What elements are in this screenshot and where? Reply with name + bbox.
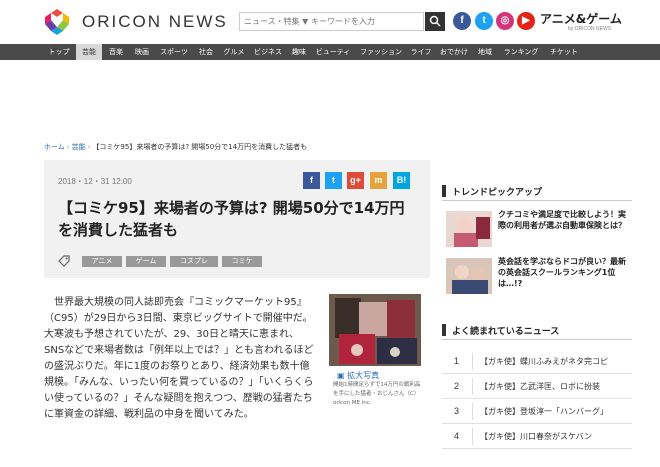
rank-headline: 【ガキ使】登坂淳一「ハンバーグ」 <box>480 407 608 416</box>
tag-comike[interactable]: コミケ <box>222 256 262 267</box>
nav-item-beauty[interactable]: ビューティ <box>312 44 354 60</box>
rank-headline: 【ガキ使】蝶川ふみえがネタ完コピ <box>480 357 608 366</box>
nav-item-top[interactable]: トップ <box>44 44 74 60</box>
ranking-row[interactable]: 2 【ガキ使】乙武洋匡、ロボに扮装 <box>442 375 632 399</box>
heading-marker <box>442 324 446 336</box>
rank-divider <box>472 353 473 370</box>
ranking-row[interactable]: 1 【ガキ使】蝶川ふみえがネタ完コピ <box>442 350 632 374</box>
photo-enlarge-link[interactable]: ▣ 拡大写真 <box>337 370 379 381</box>
instagram-glyph: ◎ <box>500 15 510 26</box>
photo-image <box>329 294 421 366</box>
youtube-icon[interactable]: ▶ <box>517 12 535 30</box>
trend-pickup-heading: トレンドピックアップ <box>442 181 632 201</box>
site-logo-text[interactable]: ORICON NEWS <box>82 12 228 32</box>
facebook-icon[interactable]: f <box>453 12 471 30</box>
photo-enlarge-label: 拡大写真 <box>347 371 380 380</box>
article-header-card: 2018・12・31 12:00 f t g+ m B! 【コミケ95】来場者の… <box>44 160 430 278</box>
camera-icon: ▣ <box>337 371 348 380</box>
trend-thumbnail <box>446 258 492 294</box>
trend-item-text: クチコミや満足度で比較しよう！実際の利用者が選ぶ自動車保険とは？ <box>498 210 626 230</box>
nav-item-gourmet[interactable]: グルメ <box>220 44 248 60</box>
share-google-button[interactable]: g+ <box>347 172 364 189</box>
anime-game-sublogo: by ORICON NEWS <box>568 26 612 32</box>
photo-caption: 開始1時間足らずで14万円の戦利品を手にした猛者・おじんさん（C）oricon … <box>333 382 421 406</box>
breadcrumb-separator: › <box>87 143 91 151</box>
trend-pickup-title: トレンドピックアップ <box>452 188 543 198</box>
rank-divider <box>472 403 473 420</box>
share-twitter-button[interactable]: t <box>325 172 342 189</box>
category-nav: トップ 芸能 音楽 映画 スポーツ 社会 グルメ ビジネス 趣味 ビューティ フ… <box>0 44 660 60</box>
trend-item[interactable]: クチコミや満足度で比較しよう！実際の利用者が選ぶ自動車保険とは？ <box>442 209 632 249</box>
nav-item-movie[interactable]: 映画 <box>130 44 154 60</box>
rank-headline: 【ガキ使】川口春奈がスケバン <box>480 432 593 441</box>
article-photo[interactable] <box>329 294 421 366</box>
search-button[interactable] <box>425 12 445 31</box>
ranking-row[interactable]: 3 【ガキ使】登坂淳一「ハンバーグ」 <box>442 400 632 424</box>
heading-marker <box>442 185 446 197</box>
anime-game-logo[interactable]: アニメ&ゲーム <box>540 10 622 27</box>
ranking-row[interactable]: 4 【ガキ使】川口春奈がスケバン <box>442 425 632 449</box>
ranking-heading: よく読まれているニュース <box>442 320 632 340</box>
twitter-icon[interactable]: t <box>475 12 493 30</box>
tag-game[interactable]: ゲーム <box>126 256 166 267</box>
share-hatena-button[interactable]: B! <box>393 172 410 189</box>
breadcrumb-home[interactable]: ホーム <box>44 143 65 151</box>
nav-item-ranking[interactable]: ランキング <box>498 44 544 60</box>
nav-item-music[interactable]: 音楽 <box>104 44 128 60</box>
article-title: 【コミケ95】来場者の予算は? 開場50分で14万円を消費した猛者も <box>58 199 405 239</box>
twitter-glyph: t <box>482 15 486 26</box>
site-header: ORICON NEWS ニュース・特集 ▼ キーワードを入力 f t ◎ ▶ ア… <box>0 0 660 44</box>
youtube-glyph: ▶ <box>522 15 530 26</box>
trend-thumbnail <box>446 211 492 247</box>
rank-number: 3 <box>454 406 460 416</box>
trend-item-text: 英会話を学ぶならドコが良い？最新の英会話スクールランキング1位は…!? <box>498 257 626 288</box>
tag-anime[interactable]: アニメ <box>82 256 122 267</box>
nav-item-fashion[interactable]: ファッション <box>356 44 406 60</box>
instagram-icon[interactable]: ◎ <box>496 12 514 30</box>
breadcrumb-separator: › <box>66 143 70 151</box>
nav-item-business[interactable]: ビジネス <box>250 44 286 60</box>
trend-item[interactable]: 英会話を学ぶならドコが良い？最新の英会話スクールランキング1位は…!? <box>442 256 632 296</box>
nav-item-region[interactable]: 地域 <box>474 44 496 60</box>
search-input[interactable]: ニュース・特集 ▼ キーワードを入力 <box>239 12 424 31</box>
article-date: 2018・12・31 12:00 <box>58 177 132 186</box>
breadcrumb-current: 【コミケ95】来場者の予算は? 開場50分で14万円を消費した猛者も <box>92 143 308 151</box>
nav-item-ticket[interactable]: チケット <box>546 44 582 60</box>
rank-number: 1 <box>454 356 460 366</box>
rank-number: 2 <box>454 381 460 391</box>
share-facebook-button[interactable]: f <box>303 172 320 189</box>
nav-item-odekake[interactable]: おでかけ <box>436 44 472 60</box>
facebook-glyph: f <box>460 15 464 26</box>
nav-item-hobby[interactable]: 趣味 <box>288 44 310 60</box>
rank-headline: 【ガキ使】乙武洋匡、ロボに扮装 <box>480 382 600 391</box>
nav-item-geinou[interactable]: 芸能 <box>76 44 102 60</box>
breadcrumb-category[interactable]: 芸能 <box>72 143 86 151</box>
rank-number: 4 <box>454 431 460 441</box>
rank-divider <box>472 378 473 395</box>
share-mixi-button[interactable]: m <box>370 172 387 189</box>
breadcrumb: ホーム › 芸能 › 【コミケ95】来場者の予算は? 開場50分で14万円を消費した猛者… <box>44 142 307 152</box>
oricon-logo-icon[interactable] <box>43 8 71 36</box>
tag-icon <box>58 255 70 267</box>
nav-item-society[interactable]: 社会 <box>194 44 218 60</box>
ranking-title: よく読まれているニュース <box>452 327 560 337</box>
search-icon <box>429 15 441 27</box>
nav-item-sports[interactable]: スポーツ <box>156 44 192 60</box>
article-body: 世界最大規模の同人誌即売会『コミックマーケット95』（C95）が29日から3日間… <box>44 297 314 420</box>
rank-divider <box>472 428 473 445</box>
nav-item-life[interactable]: ライフ <box>408 44 434 60</box>
tag-cosplay[interactable]: コスプレ <box>170 256 218 267</box>
